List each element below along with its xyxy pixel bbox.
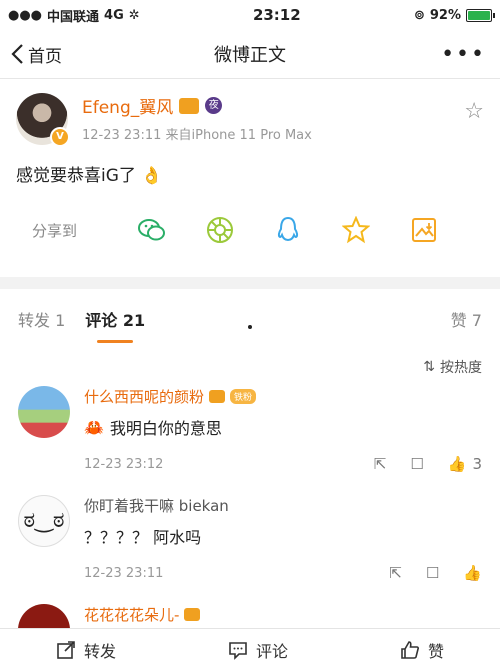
vip-crown-icon (184, 608, 201, 621)
share-icon: ⇱ (373, 455, 387, 473)
reply-button[interactable]: ☐ (426, 564, 439, 582)
tab-repost[interactable]: 转发 1 (18, 307, 65, 331)
moments-icon (207, 217, 233, 243)
carrier-label: 中国联通 (47, 9, 100, 25)
sort-button[interactable]: ⇅ 按热度 (0, 348, 500, 386)
share-comment-button[interactable]: ⇱ (389, 564, 402, 582)
comment-icon: ☐ (425, 564, 440, 582)
album-icon (412, 218, 436, 242)
comment-author[interactable]: 什么西西呢的颜粉 (84, 386, 204, 407)
thumbs-up-icon: 👍 (463, 564, 482, 582)
album-share-button[interactable] (390, 217, 458, 243)
page-title: 微博正文 (214, 45, 286, 66)
comment-icon: ☐ (410, 455, 424, 473)
qzone-star-icon (342, 216, 370, 244)
qq-share-button[interactable] (254, 216, 322, 244)
post-time: 12-23 23:11 (82, 128, 162, 143)
reply-button[interactable]: ☐ (410, 455, 423, 473)
repost-icon (57, 641, 75, 659)
battery-percent: 92% (429, 7, 461, 23)
network-label: 4G (104, 7, 124, 23)
tab-likes[interactable]: 赞 7 (451, 307, 482, 331)
sort-label: 按热度 (440, 360, 482, 376)
thumbs-up-icon: 👍 (447, 455, 467, 473)
like-post-button[interactable]: 赞 (400, 638, 444, 662)
wechat-share-button[interactable] (118, 217, 186, 243)
rotation-lock-icon: ⊚ (413, 7, 425, 23)
back-label: 首页 (28, 46, 62, 67)
comment-time: 12-23 23:12 (84, 456, 164, 472)
qzone-share-button[interactable] (322, 216, 390, 244)
post-text: 感觉要恭喜iG了 👌 (16, 161, 484, 186)
avatar[interactable]: V (16, 93, 70, 147)
night-badge: 夜 (205, 97, 223, 114)
repost-button[interactable]: 转发 (56, 638, 116, 662)
share-icon: ⇱ (389, 564, 402, 582)
like-button[interactable]: 👍 3 (448, 455, 482, 473)
clock: 23:12 (252, 6, 301, 24)
post-card: V Efeng_翼风 夜 12-23 23:11 来自iPhone 11 Pro… (0, 79, 500, 277)
verified-icon: V (50, 127, 70, 147)
comment-author[interactable]: 你盯着我干嘛 biekan (84, 495, 229, 516)
battery-fill (467, 10, 491, 20)
chevron-left-icon (11, 44, 23, 64)
share-label: 分享到 (32, 221, 78, 240)
repost-label: 转发 (83, 642, 116, 661)
comment-author[interactable]: 花花花花朵儿- (84, 604, 179, 625)
comment-item: 什么西西呢的颜粉 铁粉 🦀 我明白你的意思 12-23 23:12 ⇱ ☐ 👍 3 (0, 386, 500, 473)
battery-icon (465, 8, 495, 22)
comment-label: 评论 (255, 642, 288, 661)
share-comment-button[interactable]: ⇱ (374, 455, 387, 473)
post-text-content: 感觉要恭喜iG了 (16, 166, 136, 186)
comment-text: 我明白你的意思 (109, 419, 222, 438)
sort-icon: ⇅ (423, 359, 435, 375)
cursor-dot (248, 325, 252, 329)
crab-emoji: 🦀 (84, 417, 104, 437)
nav-bar: 首页 微博正文 ••• (0, 30, 500, 79)
comment-button[interactable]: 评论 (228, 638, 288, 662)
comment-list: ⇅ 按热度 什么西西呢的颜粉 铁粉 🦀 我明白你的意思 12-23 23:12 … (0, 348, 500, 671)
post-tabs: 转发 1 评论 21 赞 7 (0, 289, 500, 350)
comment-time: 12-23 23:11 (84, 565, 164, 581)
post-source: 来自iPhone 11 Pro Max (165, 128, 312, 143)
signal-icon: ●●● (8, 7, 43, 23)
like-count: 3 (472, 455, 482, 473)
ok-hand-emoji: 👌 (141, 166, 163, 186)
moments-share-button[interactable] (186, 216, 254, 244)
status-bar: ●●● 中国联通 4G ✲ 23:12 ⊚ 92% (0, 0, 500, 30)
comment-item: ಠ‿ಠ 你盯着我干嘛 biekan ？？？？ 阿水吗 12-23 23:11 ⇱… (0, 495, 500, 582)
comment-icon (229, 642, 247, 660)
post-author: V Efeng_翼风 夜 12-23 23:11 来自iPhone 11 Pro… (16, 93, 484, 147)
thumbs-up-icon (401, 641, 419, 659)
like-label: 赞 (427, 642, 444, 661)
loading-icon: ✲ (128, 7, 140, 23)
qq-icon (277, 216, 299, 242)
star-icon[interactable]: ☆ (464, 99, 484, 124)
vip-crown-icon (179, 97, 200, 114)
more-button[interactable]: ••• (441, 42, 486, 67)
bottom-action-bar: 转发 评论 赞 (0, 628, 500, 671)
vip-crown-icon (209, 390, 226, 403)
comment-avatar[interactable] (18, 386, 70, 438)
back-button[interactable]: 首页 (0, 42, 62, 67)
author-name[interactable]: Efeng_翼风 (82, 93, 173, 118)
like-button[interactable]: 👍 (463, 564, 482, 582)
wechat-icon (138, 219, 165, 241)
tab-comments[interactable]: 评论 21 (85, 307, 145, 343)
share-bar: 分享到 (16, 216, 484, 244)
fan-badge: 铁粉 (230, 389, 257, 404)
comment-text: ？？？？ 阿水吗 (84, 528, 202, 547)
comment-avatar[interactable]: ಠ‿ಠ (18, 495, 70, 547)
